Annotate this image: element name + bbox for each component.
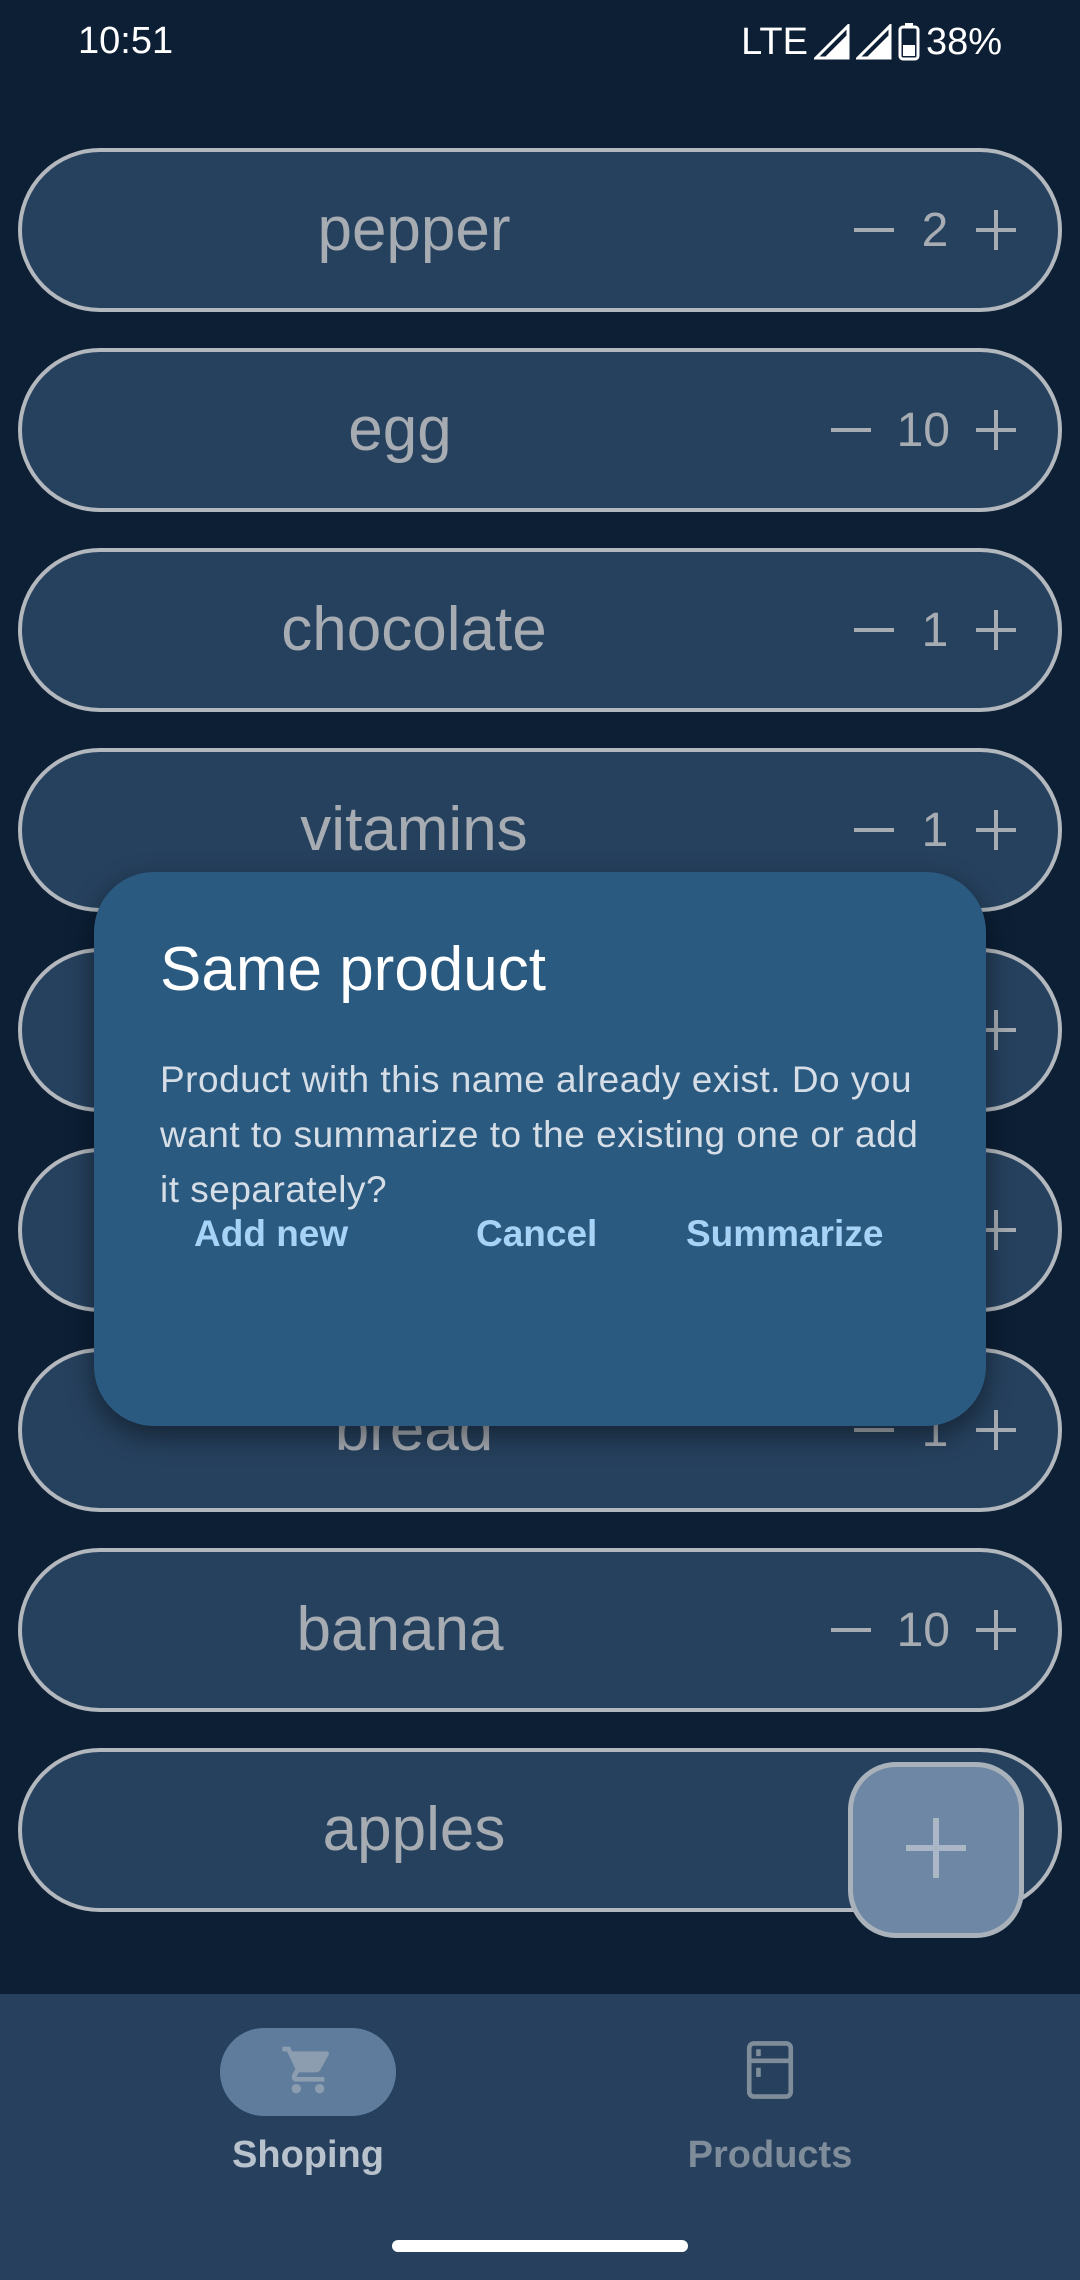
nav-item-shopping[interactable]: Shoping bbox=[38, 1994, 578, 2194]
add-new-button[interactable]: Add new bbox=[194, 1164, 348, 1304]
same-product-dialog: Same product Product with this name alre… bbox=[94, 872, 986, 1426]
nav-icon-wrap bbox=[682, 2028, 858, 2116]
nav-item-products[interactable]: Products bbox=[500, 1994, 1040, 2194]
shopping-cart-icon bbox=[280, 2042, 336, 2103]
cancel-button[interactable]: Cancel bbox=[476, 1164, 597, 1304]
dialog-actions: Add new Cancel Summarize bbox=[94, 1164, 986, 1304]
fridge-icon bbox=[742, 2040, 798, 2105]
nav-active-indicator bbox=[220, 2028, 396, 2116]
bottom-navigation: Shoping Products bbox=[0, 1994, 1080, 2280]
screen: 10:51 LTE 38% pepper 2 egg 10 chocolate … bbox=[0, 0, 1080, 2280]
nav-label-shopping: Shoping bbox=[232, 2134, 384, 2176]
summarize-button[interactable]: Summarize bbox=[686, 1164, 883, 1304]
nav-label-products: Products bbox=[687, 2134, 853, 2176]
dialog-title: Same product bbox=[160, 935, 546, 1004]
gesture-bar[interactable] bbox=[392, 2240, 688, 2252]
